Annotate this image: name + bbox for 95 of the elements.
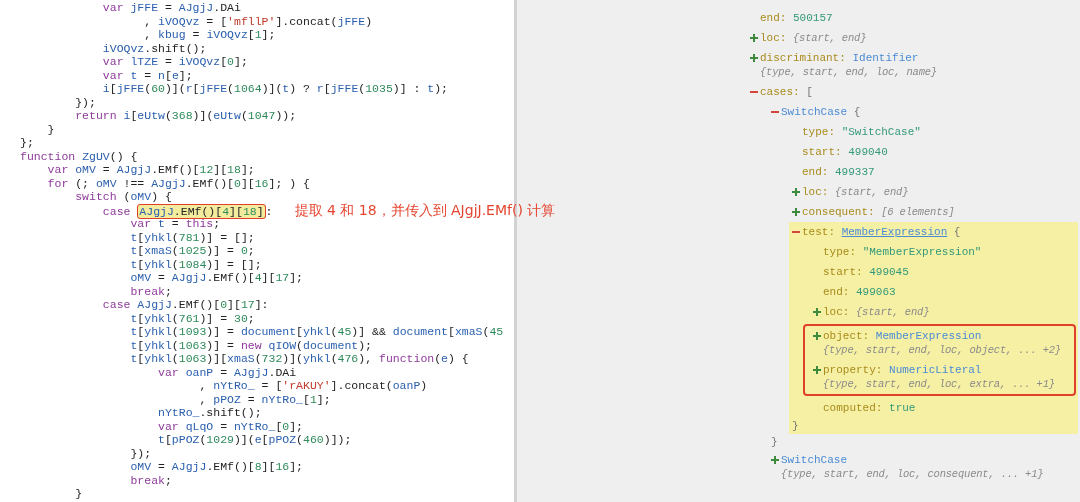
property-summary: {start, end} [793,31,867,45]
property-summary: {start, end} [856,305,930,319]
code-line: var qLqO = nYtRo_[0]; [158,419,303,433]
code-line: nYtRo_.shift(); [158,406,262,419]
code-line: }); [75,95,96,109]
collapse-minus-icon[interactable] [792,228,800,236]
code-line: var oMV = AJgjJ.EMf()[12][18]; [47,163,255,176]
code-line: break; [130,284,172,298]
property-value: true [889,402,916,414]
collapse-minus-icon[interactable] [750,88,758,96]
code-line: }); [130,446,152,460]
property-key: type: [802,126,835,138]
expand-plus-icon[interactable] [792,188,800,196]
expand-plus-icon[interactable] [750,54,758,62]
open-bracket: [ [806,86,813,98]
code-line: i[jFFE(60)](r[jFFE(1064)](t) ? r[jFFE(1035)] : t); [102,82,449,95]
code-line: } [75,487,83,500]
annotation-text: 提取 4 和 18，并传入到 AJgjJ.EMf() 计算 [294,201,556,218]
code-line: t[yhkl(1063)][xmaS(732)](yhkl(476), function(e) { [130,352,469,365]
property-key: start: [802,146,842,158]
code-text: : [265,204,273,218]
property-key: loc: [802,186,829,198]
highlighted-code: AJgjJ.EMf()[4][18] [137,203,266,219]
property-key: discriminant: [760,52,846,64]
code-text: case [102,204,132,218]
type-link[interactable]: MemberExpression [875,330,982,342]
type-link[interactable]: Identifier [852,52,919,64]
property-value: "MemberExpression" [862,246,982,258]
property-key: start: [823,266,863,278]
property-value: 499337 [835,166,875,178]
code-line: oMV = AJgjJ.EMf()[8][16]; [130,460,304,473]
property-key: end: [760,12,787,24]
code-line: var jFFE = AJgjJ.DAi [102,1,241,14]
code-line: , nYtRo_ = ['rAKUY'].concat(oanP) [199,379,428,392]
property-summary: {start, end} [835,185,909,199]
property-summary: {type, start, end, loc, name} [760,65,937,79]
property-key: type: [823,246,856,258]
code-line: var lTZE = iVOQvz[0]; [102,55,248,68]
code-line: var oanP = AJgjJ.DAi [158,365,297,379]
property-key: end: [802,166,829,178]
expand-plus-icon[interactable] [813,308,821,316]
property-key: loc: [760,32,787,44]
code-line: , iVOQvz = ['mfllP'].concat(jFFE) [144,14,373,28]
property-key: end: [823,286,850,298]
property-key: cases: [760,86,800,98]
code-line: , pPOZ = nYtRo_[1]; [199,392,331,406]
property-summary: {type, start, end, loc, consequent, ... +1} [781,467,1044,481]
property-value: "SwitchCase" [841,126,921,138]
property-summary: [6 elements] [881,205,955,219]
property-key: consequent: [802,206,875,218]
expand-plus-icon[interactable] [750,34,758,42]
open-bracket: { [853,106,861,118]
code-line: t[yhkl(1063)] = new qIOW(document); [130,338,373,352]
code-line: function ZgUV() { [20,149,138,163]
code-line: return i[eUtw(368)](eUtw(1047)); [75,109,297,122]
code-line: }; [20,136,34,149]
property-value: 499063 [856,286,896,298]
type-link[interactable]: SwitchCase [781,106,847,118]
code-line: break; [130,473,172,487]
property-key: test: [802,226,835,238]
code-line: case AJgjJ.EMf()[0][17]: [102,298,269,311]
code-line: t[yhkl(761)] = 30; [130,311,255,325]
code-line: } [47,122,55,136]
collapse-minus-icon[interactable] [771,108,779,116]
code-line: iVOQvz.shift(); [102,41,207,55]
property-value: 499045 [869,266,909,278]
code-line: oMV = AJgjJ.EMf()[4][17]; [130,271,304,284]
expand-plus-icon[interactable] [813,332,821,340]
type-link[interactable]: MemberExpression [841,226,948,238]
code-line: t[pPOZ(1029)](e[pPOZ(460)]); [158,433,352,446]
expand-plus-icon[interactable] [771,456,779,464]
property-value: 499040 [848,146,888,158]
code-line: t[yhkl(1084)] = []; [130,257,262,271]
property-key: property: [823,364,883,376]
code-line: t[yhkl(781)] = []; [130,230,255,244]
property-key: loc: [823,306,850,318]
type-link[interactable]: SwitchCase [781,454,847,466]
type-link[interactable]: NumericLiteral [889,364,982,376]
closing-bracket: } [771,436,778,448]
property-key: computed: [823,402,883,414]
expand-plus-icon[interactable] [792,208,800,216]
property-summary: {type, start, end, loc, extra, ... +1} [823,377,1055,391]
code-line: var t = this; [130,217,221,230]
property-summary: {type, start, end, loc, object, ... +2} [823,343,1061,357]
expand-plus-icon[interactable] [813,366,821,374]
code-line: var t = n[e]; [102,68,193,82]
code-line: switch (oMV) { [75,190,172,203]
code-line: t[yhkl(1093)] = document[yhkl(45)] && document[xmaS(45 [130,325,504,338]
closing-bracket: } [792,420,799,432]
code-line: t[xmaS(1025)] = 0; [130,244,255,257]
property-value: 500157 [793,12,833,24]
open-bracket: { [953,226,961,238]
property-key: object: [823,330,870,342]
code-line: for (; oMV !== AJgjJ.EMf()[0][16]; ) { [47,176,310,190]
code-line: , kbug = iVOQvz[1]; [144,28,276,41]
